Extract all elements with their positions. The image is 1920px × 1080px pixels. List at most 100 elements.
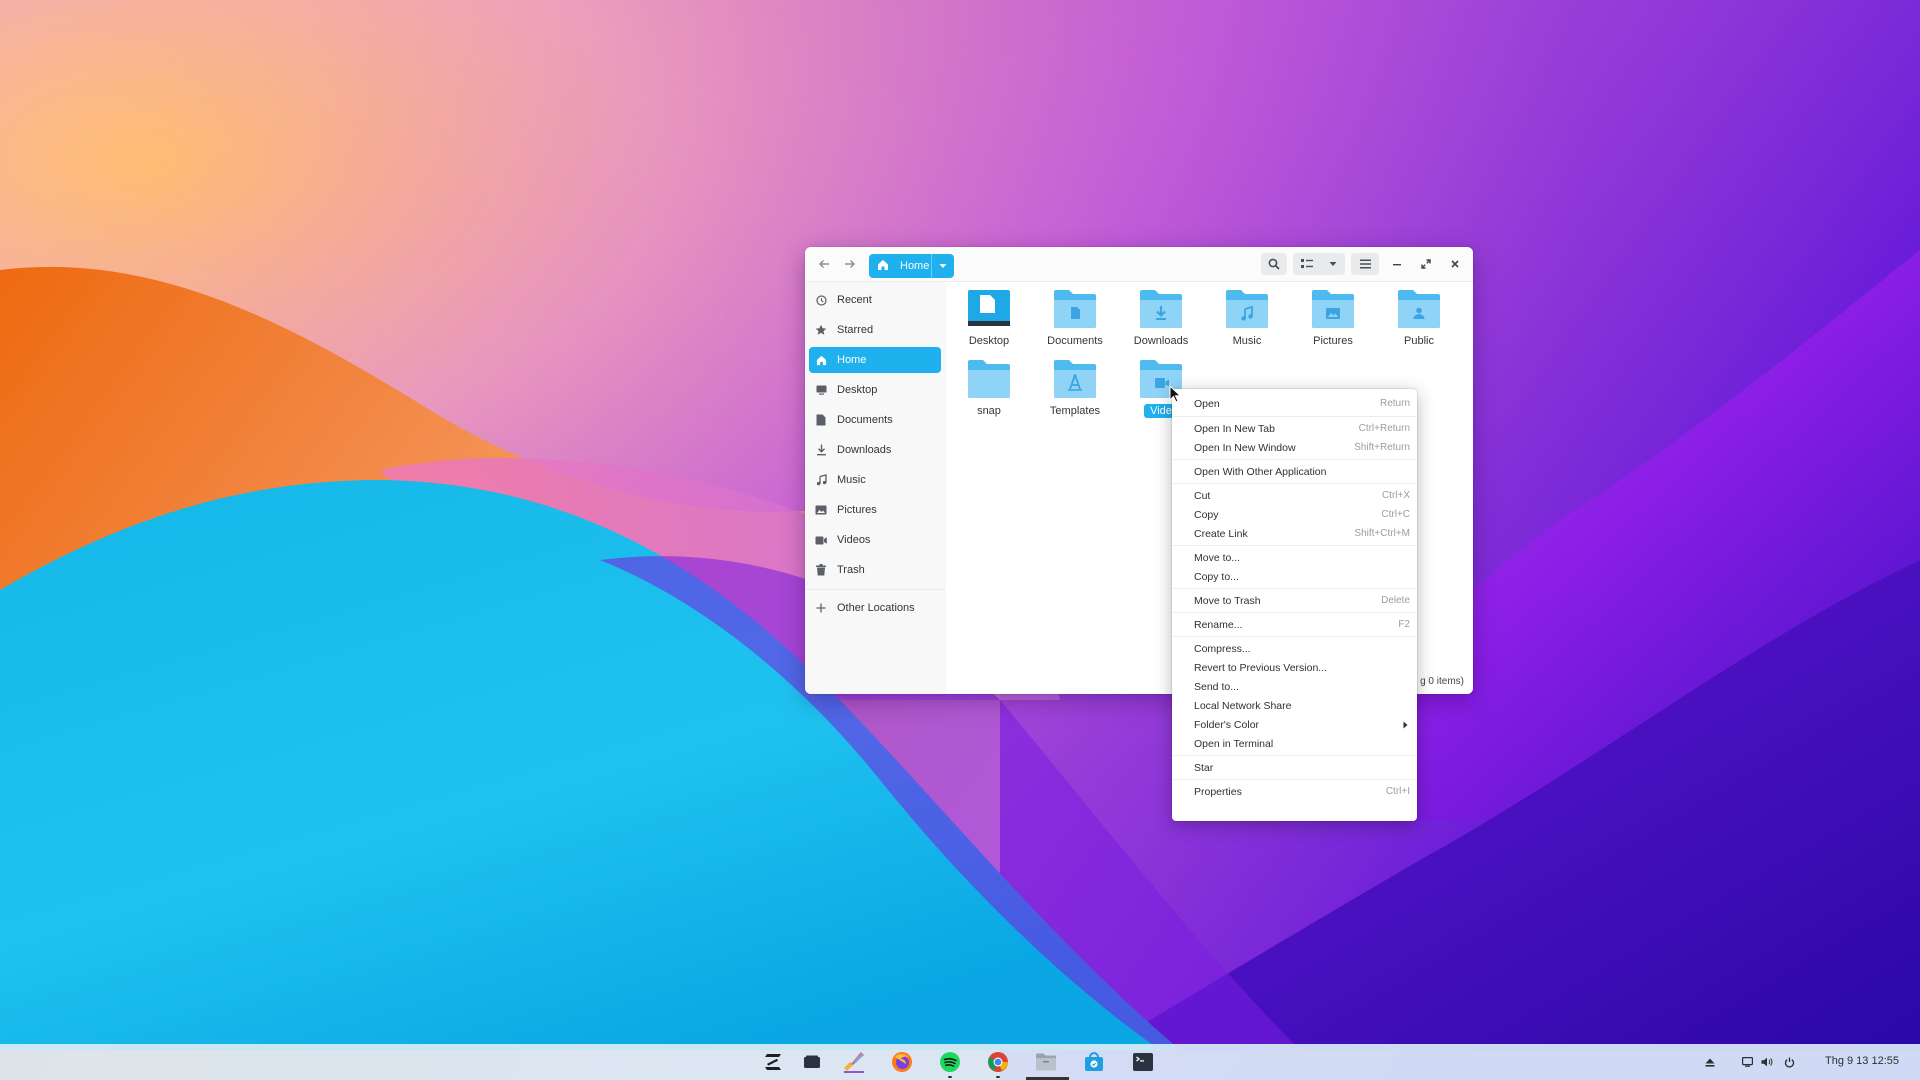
mouse-cursor-icon xyxy=(1169,385,1181,403)
chrome-icon[interactable] xyxy=(986,1050,1010,1078)
folder-icon xyxy=(966,358,1012,400)
folder-templates[interactable]: Templates xyxy=(1040,358,1110,417)
sidebar-item-pictures[interactable]: Pictures xyxy=(809,497,941,523)
menu-separator xyxy=(1173,483,1416,484)
music-icon xyxy=(815,474,827,486)
menu-item-local-network-share[interactable]: Local Network Share xyxy=(1172,696,1417,715)
menu-separator xyxy=(1173,612,1416,613)
clock-icon xyxy=(815,294,827,306)
menu-item-copy-to[interactable]: Copy to... xyxy=(1172,567,1417,586)
menu-item-open-new-tab[interactable]: Open In New Tab Ctrl+Return xyxy=(1172,419,1417,438)
menu-item-send-to[interactable]: Send to... xyxy=(1172,677,1417,696)
home-icon xyxy=(877,259,891,273)
brush-app-icon[interactable] xyxy=(842,1050,866,1074)
terminal-icon[interactable] xyxy=(1131,1050,1155,1074)
eject-icon[interactable] xyxy=(1703,1055,1717,1069)
menu-item-revert-version[interactable]: Revert to Previous Version... xyxy=(1172,658,1417,677)
spotify-icon[interactable] xyxy=(938,1050,962,1078)
menu-item-compress[interactable]: Compress... xyxy=(1172,639,1417,658)
path-bar-home[interactable]: Home xyxy=(869,254,954,278)
sidebar-item-label: Home xyxy=(837,354,867,366)
sidebar-item-home[interactable]: Home xyxy=(809,347,941,373)
zorin-menu-icon[interactable] xyxy=(761,1050,785,1074)
folder-public[interactable]: Public xyxy=(1384,288,1454,347)
desktop-icon xyxy=(815,384,827,396)
menu-item-star[interactable]: Star xyxy=(1172,758,1417,777)
folder-documents[interactable]: Documents xyxy=(1040,288,1110,347)
chevron-down-icon xyxy=(939,264,947,268)
folder-snap[interactable]: snap xyxy=(954,358,1024,417)
folder-pictures[interactable]: Pictures xyxy=(1298,288,1368,347)
running-indicator xyxy=(996,1076,1000,1078)
list-view-icon xyxy=(1301,259,1313,268)
sidebar-item-recent[interactable]: Recent xyxy=(809,287,941,313)
firefox-icon[interactable] xyxy=(890,1050,914,1074)
menu-item-open[interactable]: Open Return xyxy=(1172,394,1417,413)
sidebar-item-videos[interactable]: Videos xyxy=(809,527,941,553)
sidebar-item-label: Trash xyxy=(837,564,865,576)
templates-folder-icon xyxy=(1052,358,1098,400)
menu-item-properties[interactable]: Properties Ctrl+I xyxy=(1172,782,1417,801)
close-button[interactable] xyxy=(1445,254,1465,274)
clock[interactable]: Thg 9 13 12:55 xyxy=(1825,1055,1899,1067)
sidebar-item-label: Pictures xyxy=(837,504,877,516)
header-bar: Home xyxy=(805,247,1473,282)
menu-item-copy[interactable]: Copy Ctrl+C xyxy=(1172,505,1417,524)
sidebar-item-trash[interactable]: Trash xyxy=(809,557,941,583)
forward-button[interactable] xyxy=(839,253,861,275)
menu-item-cut[interactable]: Cut Ctrl+X xyxy=(1172,486,1417,505)
sidebar-item-downloads[interactable]: Downloads xyxy=(809,437,941,463)
workspaces-icon[interactable] xyxy=(800,1050,824,1074)
menu-separator xyxy=(1173,779,1416,780)
search-button[interactable] xyxy=(1261,253,1287,275)
menu-item-open-with[interactable]: Open With Other Application xyxy=(1172,462,1417,481)
menu-separator xyxy=(1173,588,1416,589)
menu-item-rename[interactable]: Rename... F2 xyxy=(1172,615,1417,634)
minimize-button[interactable] xyxy=(1387,254,1407,274)
view-options-dropdown[interactable] xyxy=(1321,253,1345,275)
document-icon xyxy=(815,414,827,426)
running-indicator xyxy=(948,1076,952,1078)
sidebar-item-label: Starred xyxy=(837,324,874,336)
files-icon[interactable] xyxy=(1034,1050,1058,1074)
downloads-folder-icon xyxy=(1138,288,1184,330)
plus-icon xyxy=(815,602,827,614)
view-toggle-button[interactable] xyxy=(1293,253,1321,275)
sidebar-item-starred[interactable]: Starred xyxy=(809,317,941,343)
sidebar-item-label: Videos xyxy=(837,534,871,546)
hamburger-menu-icon xyxy=(1359,259,1371,269)
folder-desktop[interactable]: Desktop xyxy=(954,288,1024,347)
music-folder-icon xyxy=(1224,288,1270,330)
back-button[interactable] xyxy=(813,253,835,275)
sidebar-item-other-locations[interactable]: Other Locations xyxy=(809,595,941,621)
folder-downloads[interactable]: Downloads xyxy=(1126,288,1196,347)
menu-item-open-new-window[interactable]: Open In New Window Shift+Return xyxy=(1172,438,1417,457)
menu-item-folders-color[interactable]: Folder's Color xyxy=(1172,715,1417,734)
display-icon[interactable] xyxy=(1740,1055,1754,1069)
menu-separator xyxy=(1173,416,1416,417)
menu-item-create-link[interactable]: Create Link Shift+Ctrl+M xyxy=(1172,524,1417,543)
path-dropdown-button[interactable] xyxy=(931,254,954,278)
minimize-icon xyxy=(1393,264,1401,266)
sidebar-item-desktop[interactable]: Desktop xyxy=(809,377,941,403)
volume-icon[interactable] xyxy=(1760,1055,1774,1069)
trash-icon xyxy=(815,564,827,576)
sidebar-item-music[interactable]: Music xyxy=(809,467,941,493)
menu-separator xyxy=(1173,459,1416,460)
menu-item-move-to[interactable]: Move to... xyxy=(1172,548,1417,567)
main-menu-button[interactable] xyxy=(1351,253,1379,275)
power-icon[interactable] xyxy=(1782,1055,1796,1069)
folder-music[interactable]: Music xyxy=(1212,288,1282,347)
sidebar-divider xyxy=(805,589,946,590)
sidebar-item-label: Desktop xyxy=(837,384,878,396)
menu-item-open-in-terminal[interactable]: Open in Terminal xyxy=(1172,734,1417,753)
folder-name: snap xyxy=(977,405,1001,417)
folder-name: Templates xyxy=(1049,405,1101,417)
maximize-button[interactable] xyxy=(1416,254,1436,274)
sidebar-item-documents[interactable]: Documents xyxy=(809,407,941,433)
menu-item-move-to-trash[interactable]: Move to Trash Delete xyxy=(1172,591,1417,610)
home-icon xyxy=(815,354,827,366)
software-store-icon[interactable] xyxy=(1082,1050,1106,1074)
places-sidebar: Recent Starred Home Desktop Documents Do… xyxy=(805,282,947,694)
menu-separator xyxy=(1173,545,1416,546)
